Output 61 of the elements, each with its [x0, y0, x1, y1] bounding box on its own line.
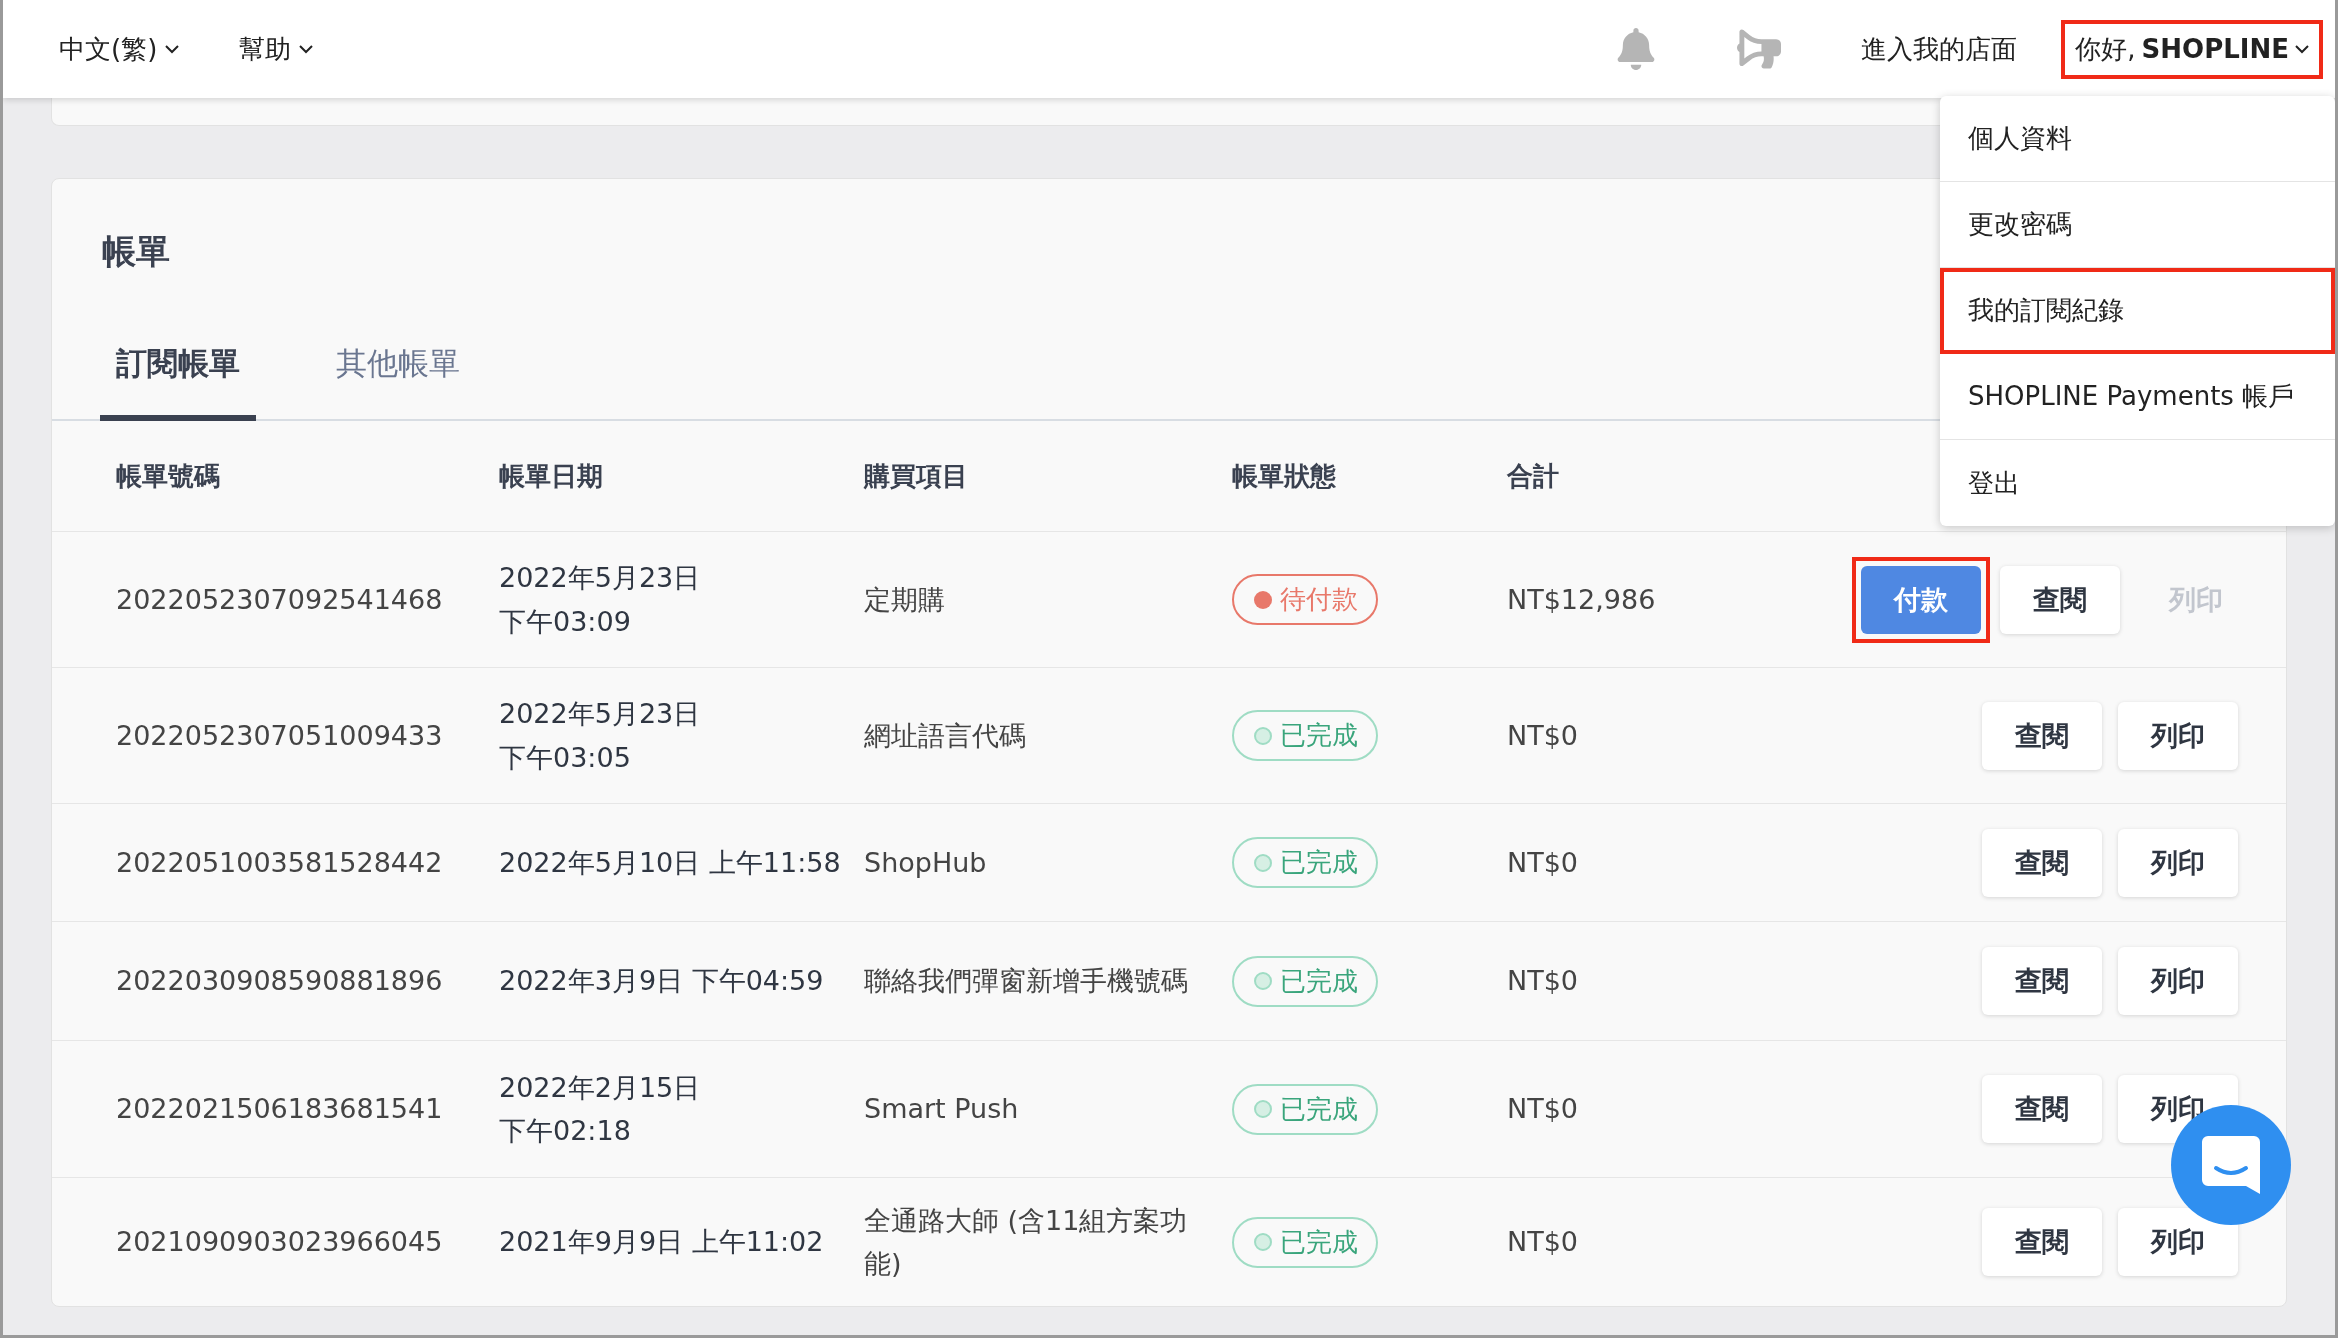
bill-number: 2022021506183681541	[116, 1093, 443, 1125]
bill-number: 2022052307092541468	[116, 583, 443, 615]
print-button[interactable]: 列印	[2118, 828, 2238, 897]
bill-date: 2021年9月9日 上午11:02	[499, 1226, 824, 1258]
section-title: 帳單	[102, 230, 170, 273]
bill-total: NT$0	[1507, 1226, 1579, 1258]
chevron-down-icon	[299, 44, 314, 54]
menu-item[interactable]: 個人資料	[1940, 96, 2335, 182]
print-button[interactable]: 列印	[2118, 947, 2238, 1015]
print-button[interactable]: 列印	[2118, 701, 2238, 770]
view-button[interactable]: 查閱	[1982, 1208, 2102, 1276]
purchase-item: Smart Push	[864, 1093, 1019, 1125]
user-menu-button[interactable]: 你好, SHOPLINE	[2061, 19, 2323, 79]
status-badge: 待付款	[1232, 574, 1378, 625]
menu-item[interactable]: 登出	[1940, 440, 2335, 526]
tab[interactable]: 訂閱帳單	[100, 325, 256, 421]
megaphone-icon[interactable]	[1737, 27, 1782, 71]
purchase-item: 定期購	[864, 583, 945, 615]
bill-total: NT$0	[1507, 846, 1579, 878]
column-header: 合計	[1507, 460, 1559, 491]
pay-button[interactable]: 付款	[1861, 565, 1981, 634]
view-button[interactable]: 查閱	[1982, 1075, 2102, 1143]
status-badge: 已完成	[1232, 955, 1378, 1007]
language-menu[interactable]: 中文(繁)	[59, 31, 180, 67]
view-button[interactable]: 查閱	[1982, 947, 2102, 1015]
bill-total: NT$0	[1507, 1093, 1579, 1125]
bill-total: NT$0	[1507, 965, 1579, 997]
bill-date: 2022年2月15日 下午02:18	[499, 1071, 701, 1146]
bill-date: 2022年3月9日 下午04:59	[499, 965, 824, 997]
bill-number: 2022052307051009433	[116, 719, 443, 751]
column-header: 帳單號碼	[116, 460, 220, 491]
column-header: 帳單狀態	[1232, 460, 1336, 491]
view-button[interactable]: 查閱	[1982, 701, 2102, 770]
purchase-item: 網址語言代碼	[864, 719, 1026, 751]
chat-icon	[2200, 1134, 2262, 1196]
chevron-down-icon	[165, 44, 180, 54]
help-menu[interactable]: 幫助	[239, 31, 314, 67]
chevron-down-icon	[2295, 44, 2309, 54]
bill-number: 2022030908590881896	[116, 965, 443, 997]
menu-item[interactable]: 我的訂閱紀錄	[1940, 268, 2335, 354]
purchase-item: 聯絡我們彈窗新增手機號碼	[864, 965, 1188, 997]
status-badge: 已完成	[1232, 710, 1378, 761]
purchase-item: ShopHub	[864, 846, 987, 878]
bill-number: 2022051003581528442	[116, 846, 443, 878]
view-button[interactable]: 查閱	[1982, 828, 2102, 897]
bill-date: 2022年5月23日 下午03:05	[499, 698, 701, 773]
status-badge: 已完成	[1232, 837, 1378, 888]
column-header: 購買項目	[864, 460, 968, 491]
bill-number: 2021090903023966045	[116, 1226, 443, 1258]
store-link[interactable]: 進入我的店面	[1861, 31, 2018, 67]
bill-date: 2022年5月23日 下午03:09	[499, 562, 701, 637]
bill-total: NT$0	[1507, 719, 1579, 751]
purchase-item: 全通路大師 (含11組方案功 能)	[864, 1204, 1188, 1279]
bill-date: 2022年5月10日 上午11:58	[499, 846, 841, 878]
status-badge: 已完成	[1232, 1216, 1378, 1268]
status-badge: 已完成	[1232, 1083, 1378, 1135]
bill-total: NT$12,986	[1507, 583, 1656, 615]
tab[interactable]: 其他帳單	[320, 325, 476, 421]
view-button[interactable]: 查閱	[2000, 565, 2120, 634]
column-header: 帳單日期	[499, 460, 603, 491]
print-button[interactable]: 列印	[2118, 1208, 2238, 1276]
